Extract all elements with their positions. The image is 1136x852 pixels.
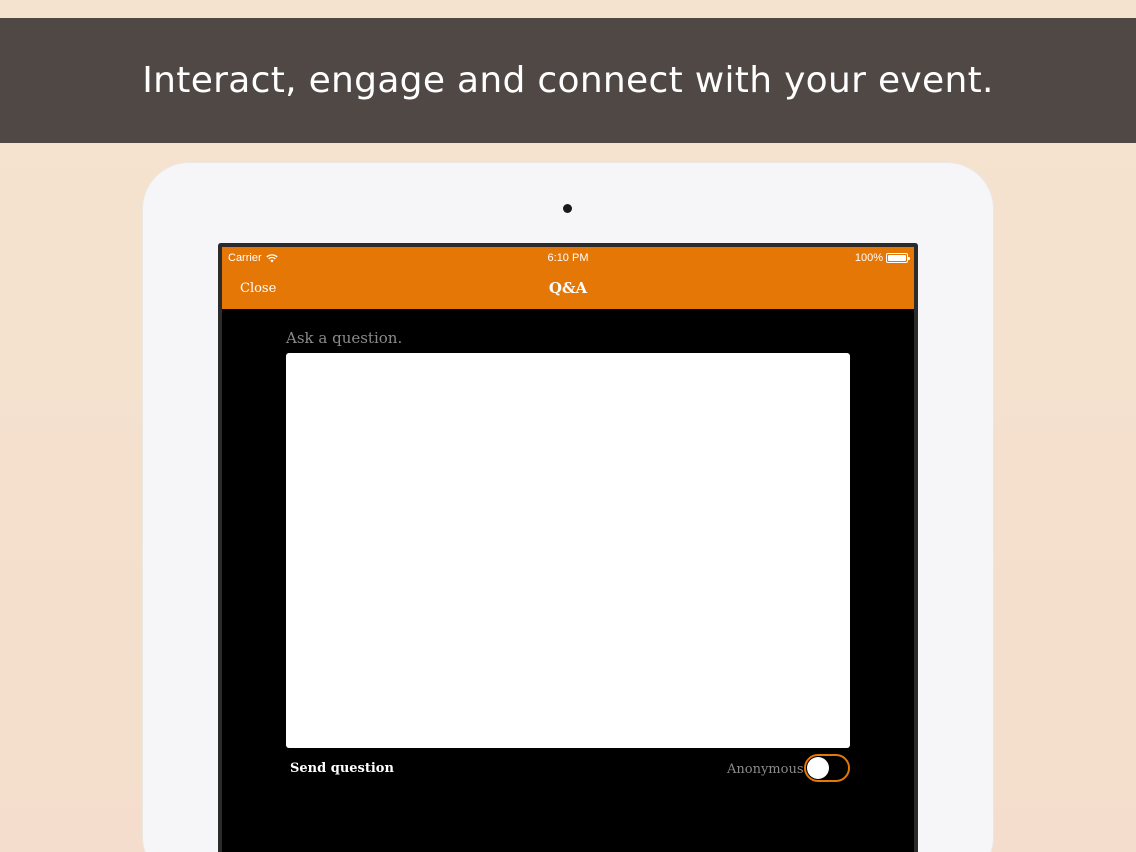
battery-indicator: 100% <box>854 252 910 264</box>
toggle-knob <box>807 757 829 779</box>
battery-icon <box>886 253 910 263</box>
question-input[interactable] <box>286 353 850 748</box>
app-screen: Carrier 6:10 PM 100% Close Q&A Ask a que… <box>218 243 918 852</box>
page-title: Q&A <box>548 279 588 297</box>
promo-banner: Interact, engage and connect with your e… <box>0 18 1136 143</box>
question-prompt: Ask a question. <box>286 329 403 347</box>
nav-bar: Close Q&A <box>222 269 914 309</box>
camera-icon <box>563 204 572 213</box>
anonymous-label: Anonymous <box>727 762 804 777</box>
send-question-button[interactable]: Send question <box>290 761 394 776</box>
status-bar: Carrier 6:10 PM 100% <box>222 247 914 269</box>
anonymous-toggle[interactable] <box>804 754 850 782</box>
battery-percent: 100% <box>854 252 883 264</box>
promo-headline: Interact, engage and connect with your e… <box>142 60 994 101</box>
status-time: 6:10 PM <box>547 252 589 264</box>
